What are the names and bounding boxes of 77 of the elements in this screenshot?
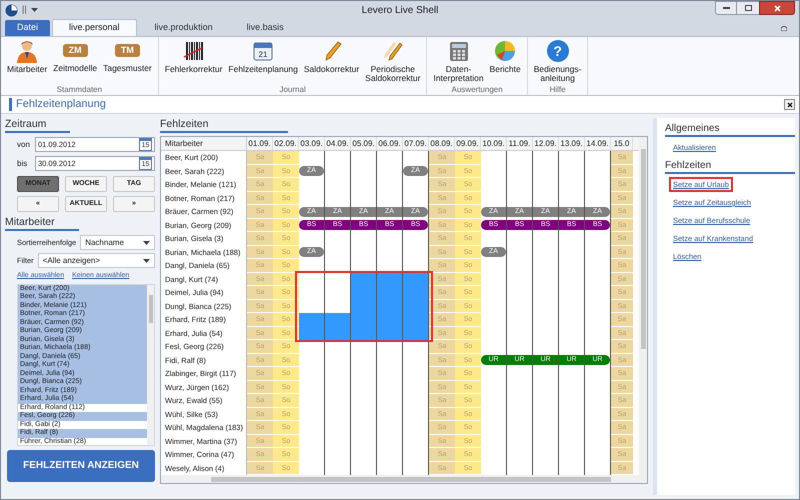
ribbon-group-label: Stammdaten bbox=[56, 84, 104, 95]
app-logo-icon bbox=[5, 4, 18, 16]
selected-day-cell[interactable] bbox=[299, 313, 325, 326]
section-title: Fehlzeiten bbox=[665, 159, 795, 174]
sort-dropdown[interactable]: Nachname bbox=[80, 235, 155, 250]
section-title: Allgemeines bbox=[665, 122, 795, 137]
file-tab[interactable]: Datei bbox=[5, 20, 50, 36]
quick-access-toolbar[interactable]: || bbox=[22, 3, 27, 17]
column-header: 05.09. bbox=[351, 137, 377, 150]
column-header: 01.09. bbox=[247, 137, 273, 150]
ribbon-button[interactable]: ? Bedienungs- anleitung bbox=[532, 39, 584, 84]
ribbon-button[interactable]: Daten- Interpretation bbox=[431, 39, 486, 84]
scrollbar[interactable] bbox=[147, 284, 154, 444]
column-header: 04.09. bbox=[325, 137, 351, 150]
ribbon-tab[interactable]: live.basis bbox=[230, 20, 300, 36]
selected-day-cell[interactable] bbox=[351, 272, 377, 286]
minimize-button[interactable] bbox=[715, 1, 737, 15]
ribbon-button[interactable]: Fehlerkorrektur bbox=[162, 39, 224, 84]
ribbon-button[interactable]: Saldokorrektur bbox=[302, 39, 362, 84]
maximize-button[interactable] bbox=[737, 1, 759, 15]
selected-day-cell[interactable] bbox=[377, 326, 403, 340]
field-label: von bbox=[17, 138, 31, 150]
selected-day-cell[interactable] bbox=[351, 326, 377, 340]
section-title: Fehlzeiten bbox=[160, 118, 288, 133]
ribbon-group-label: Journal bbox=[278, 84, 307, 95]
caret-icon bbox=[143, 240, 150, 244]
scrollbar[interactable] bbox=[639, 137, 647, 475]
ribbon-button[interactable]: Berichte bbox=[488, 39, 523, 84]
column-header: Mitarbeiter bbox=[161, 137, 247, 150]
selected-day-cell[interactable] bbox=[403, 326, 429, 340]
view-title: Fehlzeitenplanung bbox=[16, 97, 106, 112]
selected-day-cell[interactable] bbox=[325, 313, 351, 326]
field-label: bis bbox=[17, 158, 28, 170]
window-title: Levero Live Shell bbox=[362, 4, 438, 18]
person-icon bbox=[15, 39, 40, 63]
selected-day-cell[interactable] bbox=[299, 326, 325, 340]
barcode-icon bbox=[182, 39, 206, 63]
column-header: 12.09. bbox=[533, 137, 559, 150]
column-header: 07.09. bbox=[403, 137, 429, 150]
pie-chart-icon bbox=[493, 39, 518, 63]
selected-day-cell[interactable] bbox=[403, 272, 429, 286]
filter-dropdown[interactable]: <Alle anzeigen> bbox=[38, 253, 155, 268]
scrollbar[interactable] bbox=[161, 475, 647, 483]
column-header: 13.09. bbox=[559, 137, 585, 150]
close-view-button[interactable] bbox=[784, 99, 795, 110]
column-header: 15.0 bbox=[611, 137, 633, 150]
ribbon-button[interactable]: TM Tagesmuster bbox=[101, 39, 154, 84]
column-header: 10.09. bbox=[481, 137, 507, 150]
help-icon: ? bbox=[546, 40, 569, 62]
show-absences-button[interactable]: FEHLZEITEN ANZEIGEN bbox=[7, 450, 155, 482]
column-header: 09.09. bbox=[455, 137, 481, 150]
close-icon bbox=[774, 4, 780, 12]
column-header: 02.09. bbox=[273, 137, 299, 150]
close-button[interactable] bbox=[759, 1, 795, 15]
collapse-ribbon-icon[interactable] bbox=[781, 26, 787, 31]
ribbon-tab[interactable]: live.produktion bbox=[138, 20, 229, 36]
selected-day-cell[interactable] bbox=[325, 326, 351, 340]
badge-icon: TM bbox=[114, 44, 140, 57]
column-header: 11.09. bbox=[507, 137, 533, 150]
column-header: 06.09. bbox=[377, 137, 403, 150]
column-header: 03.09. bbox=[299, 137, 325, 150]
selected-day-cell[interactable] bbox=[377, 272, 403, 286]
close-icon bbox=[786, 102, 792, 108]
ribbon-button[interactable]: 21 Fehlzeitenplanung bbox=[226, 39, 300, 84]
column-header: 08.09. bbox=[429, 137, 455, 150]
ribbon-tab[interactable]: live.personal bbox=[52, 19, 137, 36]
ribbon-button[interactable]: ZM Zeitmodelle bbox=[51, 39, 100, 84]
ribbon-group-label: Auswertungen bbox=[450, 84, 504, 95]
ribbon-button[interactable]: Mitarbeiter bbox=[5, 39, 50, 84]
section-title: Zeitraum bbox=[5, 118, 70, 133]
caret-icon bbox=[143, 258, 150, 262]
caret-icon bbox=[30, 8, 38, 12]
ribbon-button[interactable]: Periodische Saldokorrektur bbox=[363, 39, 422, 84]
ribbon-group-label: Hilfe bbox=[548, 84, 567, 95]
column-header: 14.09. bbox=[585, 137, 611, 150]
section-title: Mitarbeiter bbox=[5, 216, 79, 231]
badge-icon: ZM bbox=[62, 44, 88, 57]
